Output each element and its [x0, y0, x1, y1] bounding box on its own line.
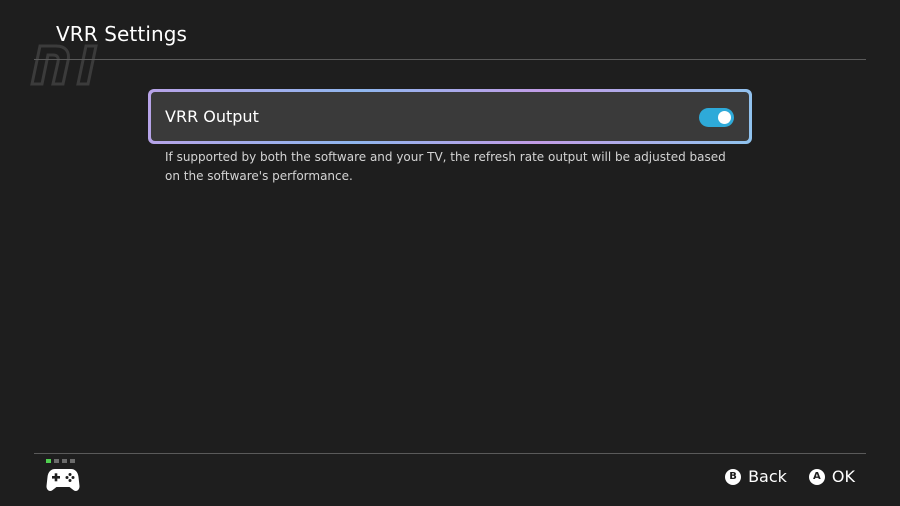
b-button-icon: B	[725, 468, 742, 485]
vrr-output-row: VRR Output	[151, 92, 749, 141]
page-title: VRR Settings	[56, 22, 188, 46]
back-button[interactable]: B Back	[725, 467, 787, 486]
footer-actions: B Back A OK	[725, 467, 855, 486]
vrr-output-toggle[interactable]	[699, 108, 734, 127]
header-divider	[34, 59, 866, 60]
back-button-label: Back	[748, 467, 787, 486]
toggle-knob	[718, 111, 731, 124]
controller-indicator	[46, 459, 82, 495]
ok-button[interactable]: A OK	[808, 467, 855, 486]
player-dot-3	[62, 459, 67, 463]
vrr-settings-screen: VRR Settings VRR Output If supported by …	[0, 0, 900, 506]
gamepad-icon	[46, 469, 80, 491]
vrr-output-description: If supported by both the software and yo…	[165, 150, 726, 183]
footer-divider	[34, 453, 866, 454]
ok-button-label: OK	[831, 467, 855, 486]
player-indicator	[46, 459, 75, 463]
player-dot-1	[46, 459, 51, 463]
player-dot-4	[70, 459, 75, 463]
a-button-icon: A	[808, 468, 825, 485]
vrr-output-setting[interactable]: VRR Output	[148, 89, 752, 144]
vrr-output-label: VRR Output	[165, 107, 259, 126]
player-dot-2	[54, 459, 59, 463]
